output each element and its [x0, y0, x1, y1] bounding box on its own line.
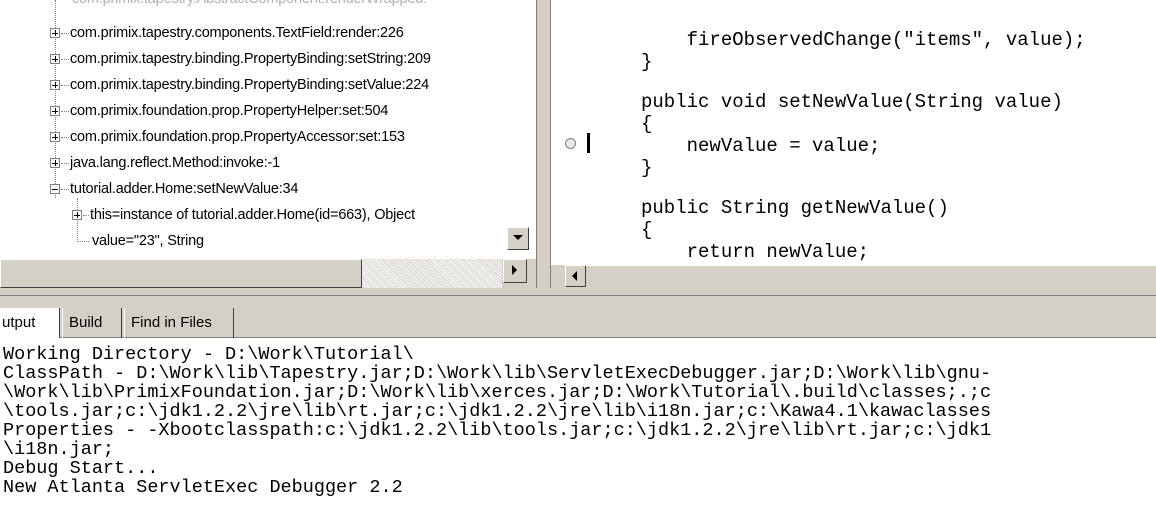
tree-item-label: com.primix.tapestry.components.TextField…	[70, 25, 404, 41]
expand-icon[interactable]	[50, 54, 60, 64]
tree-connector	[61, 85, 69, 86]
output-line: Working Directory - D:\Work\Tutorial\	[3, 344, 414, 365]
tree-item-label: this=instance of tutorial.adder.Home(id=…	[90, 207, 415, 223]
tab-build[interactable]: Build	[62, 308, 122, 338]
code-line: public void setNewValue(String value)	[641, 91, 1063, 113]
arrow-left-icon	[572, 271, 577, 281]
tree-item-label: com.primix.tapestry.binding.PropertyBind…	[70, 51, 431, 67]
editor-horizontal-scrollbar[interactable]	[551, 265, 1156, 288]
code-line: }	[641, 51, 653, 73]
editor-gutter	[551, 0, 590, 265]
tab-find-in-files[interactable]: Find in Files	[124, 308, 234, 338]
arrow-right-icon	[512, 265, 517, 275]
tree-item-label: com.primix.foundation.prop.PropertyAcces…	[70, 129, 405, 145]
scroll-down-button[interactable]	[507, 227, 529, 250]
tree-connector	[83, 215, 89, 216]
scroll-right-button[interactable]	[503, 259, 527, 283]
code-line: }	[641, 157, 653, 179]
tree-item-label: value="23", String	[92, 233, 204, 249]
splitter-edge	[0, 295, 1156, 296]
tree-connector	[77, 241, 89, 242]
expand-icon[interactable]	[72, 210, 82, 220]
code-line: {	[641, 113, 653, 135]
output-line: ClassPath - D:\Work\lib\Tapestry.jar;D:\…	[3, 363, 992, 384]
expand-icon[interactable]	[50, 28, 60, 38]
scroll-track[interactable]	[362, 259, 502, 288]
scroll-thumb[interactable]	[586, 265, 1156, 287]
tree-connector	[61, 189, 69, 190]
tree-connector	[61, 111, 69, 112]
collapse-icon[interactable]	[50, 184, 60, 194]
code-line: newValue = value;	[641, 135, 881, 157]
call-stack-tree: com.primix.tapestry.AbstractComponent.re…	[0, 0, 536, 288]
scroll-thumb[interactable]	[0, 259, 362, 288]
tree-connector	[61, 137, 69, 138]
source-editor: fireObservedChange("items", value); } pu…	[551, 0, 1156, 265]
output-line: New Atlanta ServletExec Debugger 2.2	[3, 477, 403, 498]
code-line: public String getNewValue()	[641, 197, 949, 219]
tree-child-line	[77, 198, 78, 242]
tree-item-label: com.primix.foundation.prop.PropertyHelpe…	[70, 103, 389, 119]
expand-icon[interactable]	[50, 80, 60, 90]
output-line: \tools.jar;c:\jdk1.2.2\jre\lib\rt.jar;c:…	[3, 401, 992, 422]
output-line: Debug Start...	[3, 458, 159, 479]
expand-icon[interactable]	[50, 106, 60, 116]
tree-item-label: tutorial.adder.Home:setNewValue:34	[70, 181, 299, 197]
output-line: Properties - -Xbootclasspath:c:\jdk1.2.2…	[3, 420, 992, 441]
code-line: {	[641, 219, 653, 241]
horizontal-scrollbar[interactable]	[0, 259, 536, 288]
tree-connector	[61, 163, 69, 164]
tab-label: utput	[2, 314, 36, 331]
code-line: fireObservedChange("items", value);	[641, 29, 1086, 51]
pane-splitter[interactable]	[536, 0, 551, 295]
tree-connector	[61, 33, 69, 34]
tab-output[interactable]: utput	[0, 308, 60, 338]
output-tab-bar: utput Build Find in Files	[0, 308, 1156, 338]
output-line: \i18n.jar;	[3, 439, 115, 460]
expand-icon[interactable]	[50, 132, 60, 142]
expand-icon[interactable]	[50, 158, 60, 168]
tab-label: Find in Files	[131, 314, 212, 331]
output-console: Working Directory - D:\Work\Tutorial\ Cl…	[0, 338, 1156, 511]
arrow-down-icon	[513, 235, 523, 240]
tab-label: Build	[69, 314, 103, 331]
tree-item-label: com.primix.tapestry.AbstractComponent.re…	[72, 0, 427, 12]
code-line: return newValue;	[641, 241, 870, 263]
tree-connector	[61, 59, 69, 60]
current-line-marker	[587, 133, 590, 153]
output-splitter[interactable]	[0, 288, 1156, 308]
breakpoint-icon[interactable]	[565, 138, 576, 149]
output-line: \Work\lib\PrimixFoundation.jar;D:\Work\l…	[3, 382, 992, 403]
tree-item-label: com.primix.tapestry.binding.PropertyBind…	[70, 77, 430, 93]
vertical-scrollbar[interactable]	[505, 0, 529, 259]
scroll-left-button[interactable]	[565, 265, 586, 287]
tree-item-label: java.lang.reflect.Method:invoke:-1	[70, 155, 281, 171]
